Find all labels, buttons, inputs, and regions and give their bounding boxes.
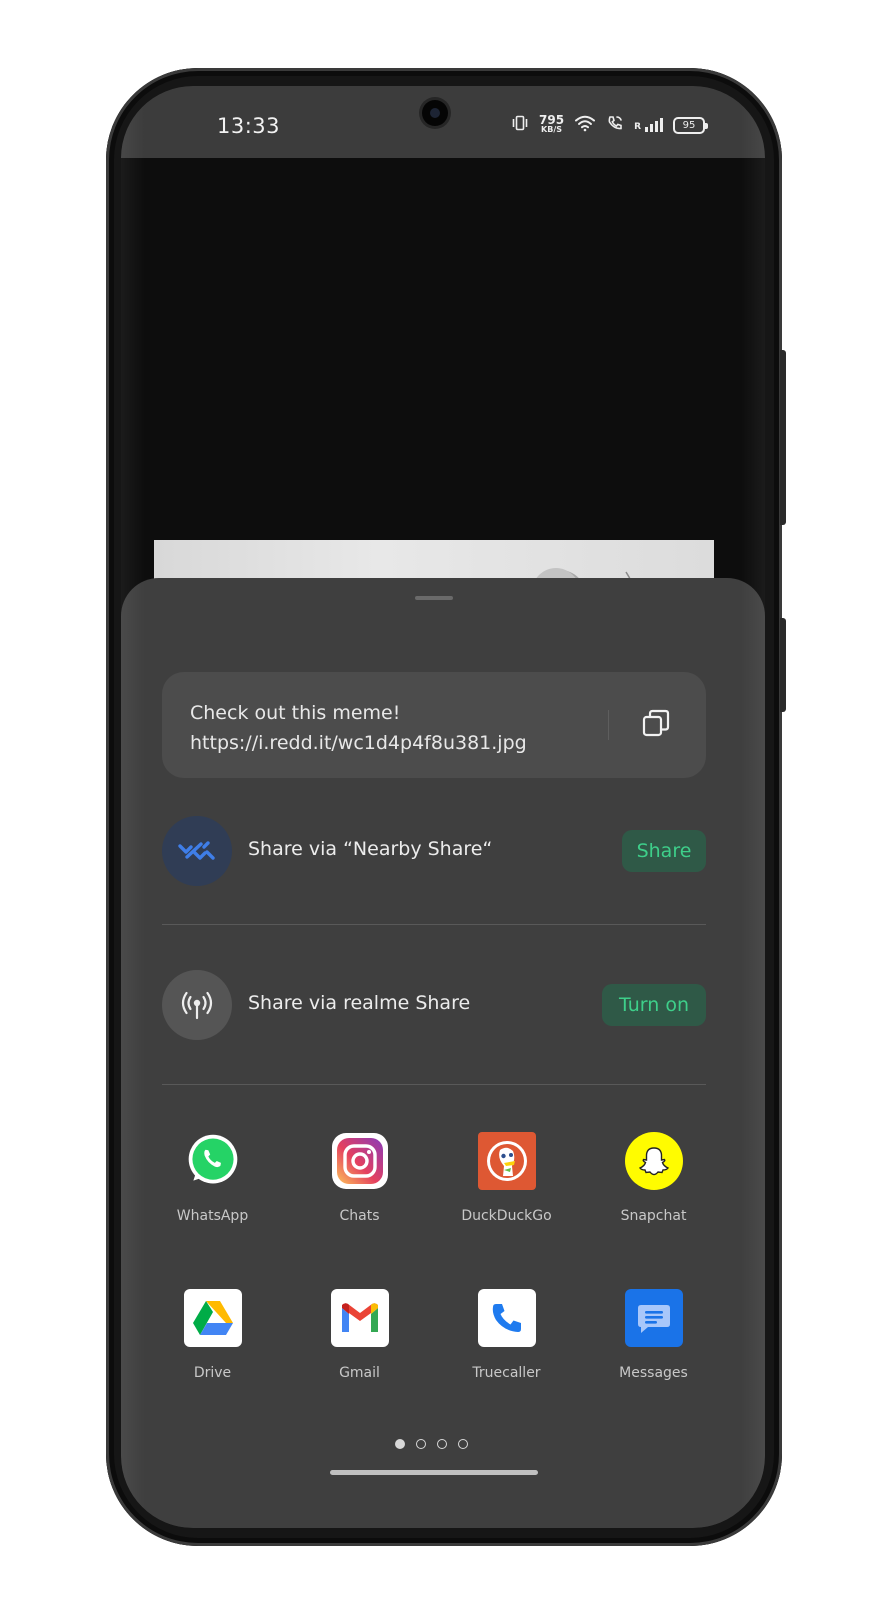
volume-button	[780, 618, 786, 712]
link-divider	[608, 710, 609, 740]
snapchat-icon	[624, 1132, 683, 1190]
app-label: Drive	[193, 1365, 232, 1381]
status-icons: 795 KB/S R 95	[511, 113, 708, 136]
status-time: 13:33	[217, 114, 281, 138]
app-instagram-chats[interactable]: Chats	[286, 1132, 433, 1252]
home-indicator[interactable]	[330, 1470, 538, 1475]
app-snapchat[interactable]: Snapchat	[580, 1132, 727, 1252]
phone-screen: 13:33 795 KB/S R 95 Check out this meme!…	[121, 86, 765, 1528]
realme-share-icon	[162, 970, 232, 1040]
power-button	[780, 350, 786, 525]
page-dot[interactable]	[458, 1439, 468, 1449]
wifi-icon	[574, 114, 596, 136]
app-label: DuckDuckGo	[461, 1208, 552, 1224]
network-speed-value: 795	[539, 113, 565, 127]
roaming-label: R	[634, 122, 641, 132]
wifi-calling-icon	[606, 114, 624, 136]
nearby-share-label: Share via “Nearby Share“	[248, 838, 493, 860]
divider	[162, 1084, 706, 1085]
app-whatsapp[interactable]: WhatsApp	[139, 1132, 286, 1252]
app-label: Gmail	[339, 1365, 380, 1381]
network-speed: 795 KB/S	[539, 113, 565, 135]
realme-share-label: Share via realme Share	[248, 992, 471, 1014]
copy-icon	[641, 708, 671, 742]
messages-icon	[624, 1289, 683, 1347]
truecaller-icon	[477, 1289, 536, 1347]
app-label: WhatsApp	[176, 1208, 249, 1224]
turn-on-button[interactable]: Turn on	[602, 984, 706, 1026]
realme-share-row[interactable]: Share via realme Share Turn on	[162, 970, 706, 1040]
front-camera	[422, 100, 448, 126]
status-bar: 13:33 795 KB/S R 95	[121, 86, 765, 158]
page-dot[interactable]	[437, 1439, 447, 1449]
copy-button[interactable]	[636, 705, 676, 745]
nearby-share-button[interactable]: Share	[622, 830, 706, 872]
whatsapp-icon	[184, 1132, 242, 1190]
duckduckgo-icon	[477, 1132, 536, 1190]
page-dot[interactable]	[416, 1439, 426, 1449]
google-drive-icon	[183, 1289, 242, 1347]
gmail-icon	[330, 1289, 389, 1347]
vibrate-icon	[511, 114, 529, 136]
app-label: Messages	[619, 1365, 688, 1381]
instagram-icon	[331, 1132, 389, 1190]
page-indicator	[395, 1439, 468, 1449]
app-messages[interactable]: Messages	[580, 1289, 727, 1409]
app-label: Truecaller	[472, 1365, 541, 1381]
divider	[162, 924, 706, 925]
network-speed-unit: KB/S	[541, 125, 563, 134]
signal-icon: R	[634, 118, 663, 132]
nearby-share-icon	[162, 816, 232, 886]
nearby-share-row[interactable]: Share via “Nearby Share“ Share	[162, 816, 706, 886]
battery-level: 95	[682, 119, 696, 131]
app-label: Snapchat	[620, 1208, 687, 1224]
drag-handle[interactable]	[415, 596, 453, 600]
shared-link-text: Check out this meme! https://i.redd.it/w…	[190, 702, 527, 754]
app-drive[interactable]: Drive	[139, 1289, 286, 1409]
app-truecaller[interactable]: Truecaller	[433, 1289, 580, 1409]
shared-link-preview: Check out this meme! https://i.redd.it/w…	[162, 672, 706, 778]
app-duckduckgo[interactable]: DuckDuckGo	[433, 1132, 580, 1252]
battery-indicator: 95	[673, 116, 708, 134]
share-bottom-sheet: Check out this meme! https://i.redd.it/w…	[121, 578, 765, 1528]
app-label: Chats	[339, 1208, 380, 1224]
app-gmail[interactable]: Gmail	[286, 1289, 433, 1409]
page-dot[interactable]	[395, 1439, 405, 1449]
